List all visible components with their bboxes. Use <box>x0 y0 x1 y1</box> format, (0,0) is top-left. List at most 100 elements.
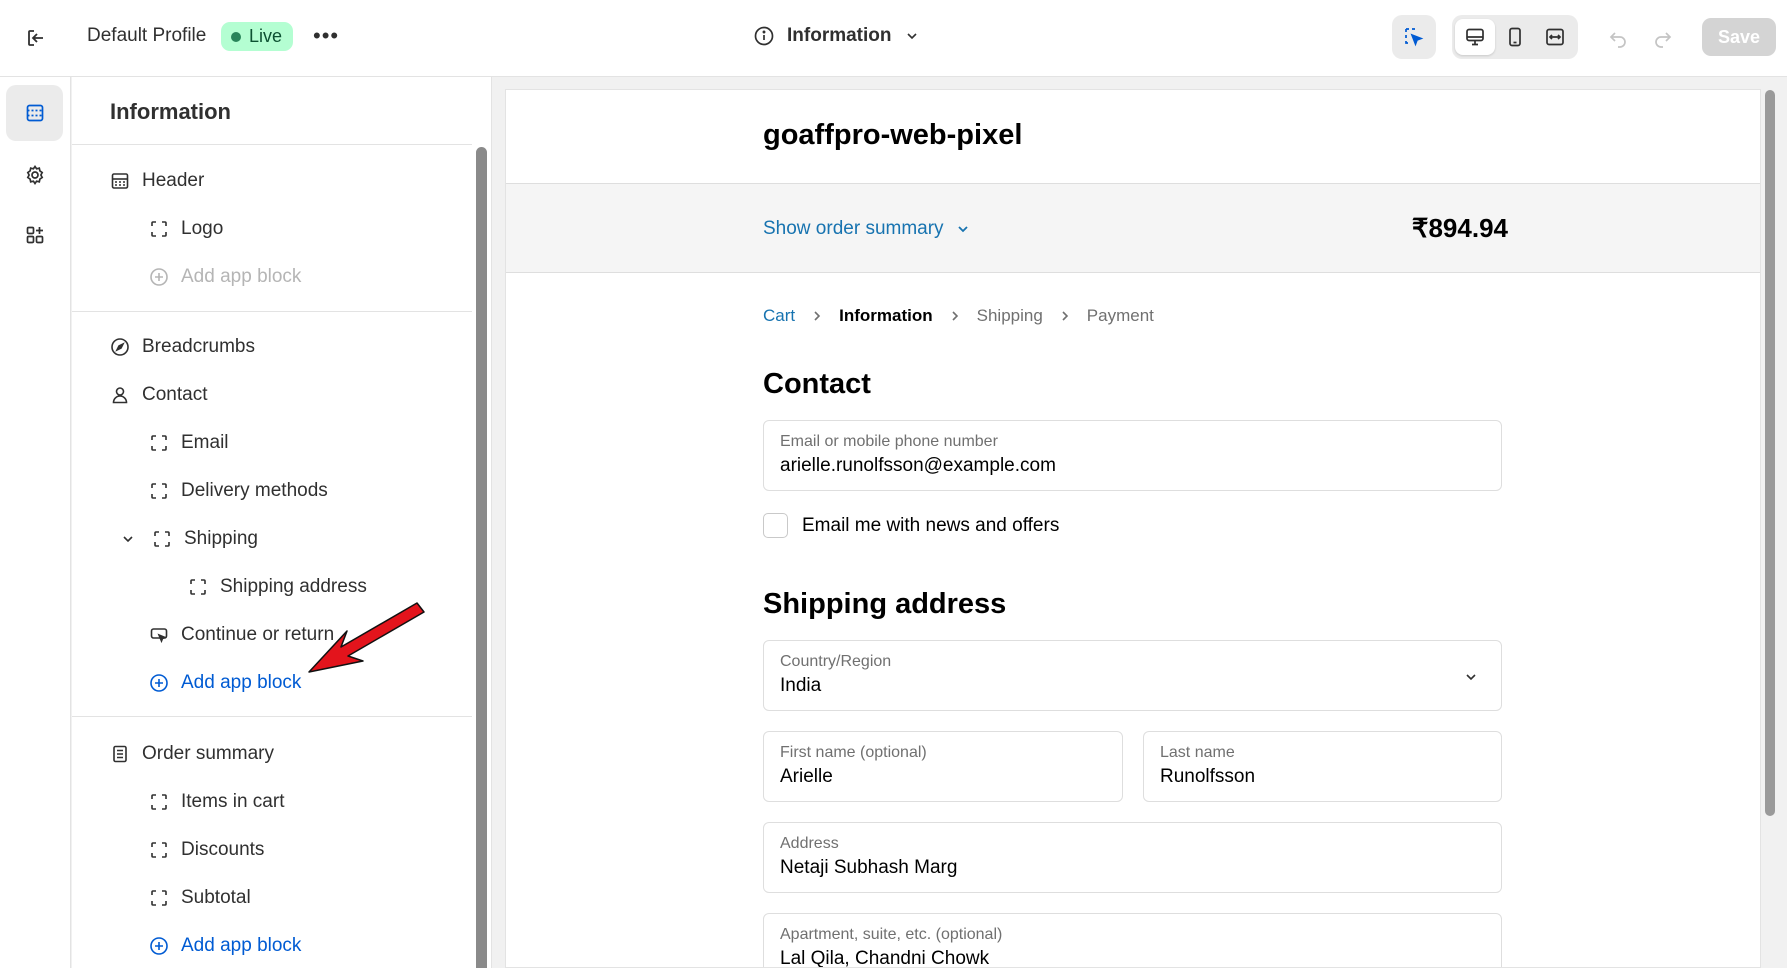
tree-item-label: Add app block <box>181 935 302 956</box>
newsletter-option[interactable]: Email me with news and offers <box>763 513 1059 538</box>
block-icon <box>147 886 171 910</box>
block-icon <box>147 479 171 503</box>
email-field[interactable]: Email or mobile phone number arielle.run… <box>763 420 1502 491</box>
add-app-block-main[interactable]: Add app block <box>147 671 301 695</box>
tree-item-label: Discounts <box>181 839 265 860</box>
address-value: Netaji Subhash Marg <box>780 857 958 878</box>
first-name-field[interactable]: First name (optional) Arielle <box>763 731 1123 802</box>
shipping-address-title: Shipping address <box>763 588 1007 620</box>
tree-item-label: Breadcrumbs <box>142 336 255 357</box>
last-name-value: Runolfsson <box>1160 766 1256 787</box>
sections-tab[interactable] <box>6 85 63 141</box>
select-cursor-icon <box>1405 28 1424 47</box>
checkout-preview: goaffpro-web-pixel Show order summary ₹8… <box>505 89 1761 968</box>
add-app-block-summary[interactable]: Add app block <box>147 934 301 958</box>
desktop-icon <box>1466 28 1484 46</box>
tree-item-items-in-cart[interactable]: Items in cart <box>147 790 284 814</box>
undo-icon <box>1609 32 1626 48</box>
block-icon <box>150 527 174 551</box>
block-icon <box>147 431 171 455</box>
preview-scrollbar[interactable] <box>1765 90 1775 816</box>
breadcrumb-shipping: Shipping <box>976 306 1043 325</box>
newsletter-label: Email me with news and offers <box>802 514 1060 536</box>
live-dot-icon <box>231 31 241 42</box>
tree-item-label: Order summary <box>142 743 274 764</box>
tree-item-header[interactable]: Header <box>108 169 204 193</box>
last-name-field[interactable]: Last name Runolfsson <box>1143 731 1502 802</box>
tree-item-shipping[interactable]: Shipping <box>116 527 258 551</box>
editor-topbar: Default Profile Live ••• Information Sav… <box>0 0 1787 77</box>
chevron-down-icon <box>957 226 968 233</box>
mobile-icon <box>1509 27 1521 47</box>
apps-icon <box>26 226 43 244</box>
block-icon <box>147 790 171 814</box>
tree-item-order-summary[interactable]: Order summary <box>108 742 274 766</box>
tree-item-label: Logo <box>181 218 224 239</box>
divider <box>72 716 472 717</box>
order-total: ₹894.94 <box>1411 213 1508 243</box>
tree-item-label: Header <box>142 170 205 191</box>
block-icon <box>147 838 171 862</box>
add-app-block-header[interactable]: Add app block <box>147 265 301 289</box>
first-name-label: First name (optional) <box>780 744 927 761</box>
save-button[interactable]: Save <box>1702 18 1776 56</box>
add-circle-icon <box>147 671 171 695</box>
fullwidth-icon <box>1546 28 1564 46</box>
tree-item-label: Add app block <box>181 266 302 287</box>
sections-panel: Information Header Logo Add app block Br… <box>72 77 492 968</box>
chevron-right-icon <box>952 311 958 321</box>
tree-item-label: Contact <box>142 384 208 405</box>
apartment-label: Apartment, suite, etc. (optional) <box>780 926 1003 943</box>
tree-item-label: Subtotal <box>181 887 251 908</box>
fullwidth-view-button[interactable] <box>1535 19 1575 55</box>
tree-item-subtotal[interactable]: Subtotal <box>147 886 251 910</box>
newsletter-checkbox[interactable] <box>763 513 788 538</box>
last-name-label: Last name <box>1160 744 1235 761</box>
email-field-label: Email or mobile phone number <box>780 433 998 450</box>
tree-item-logo[interactable]: Logo <box>147 217 223 241</box>
address-field[interactable]: Address Netaji Subhash Marg <box>763 822 1502 893</box>
header-section-icon <box>108 169 132 193</box>
block-icon <box>186 575 210 599</box>
breadcrumb-information: Information <box>839 306 933 325</box>
gear-icon <box>26 165 43 185</box>
theme-settings-tab[interactable] <box>6 147 63 203</box>
chevron-right-icon <box>1062 311 1068 321</box>
apps-tab[interactable] <box>6 207 63 263</box>
tree-item-contact[interactable]: Contact <box>108 383 207 407</box>
block-icon <box>147 217 171 241</box>
exit-icon[interactable] <box>22 24 50 52</box>
apartment-value: Lal Qila, Chandni Chowk <box>780 948 990 968</box>
undo-button[interactable] <box>1603 24 1633 52</box>
tree-item-discounts[interactable]: Discounts <box>147 838 264 862</box>
tree-item-email[interactable]: Email <box>147 431 229 455</box>
panel-scrollbar[interactable] <box>476 147 487 968</box>
redo-button[interactable] <box>1648 24 1678 52</box>
page-selector-label: Information <box>787 25 892 46</box>
chevron-down-icon[interactable] <box>116 527 140 551</box>
mobile-view-button[interactable] <box>1495 19 1535 55</box>
country-select-value: India <box>780 675 822 696</box>
tree-item-label: Items in cart <box>181 791 285 812</box>
button-cursor-icon <box>147 623 171 647</box>
breadcrumb-cart[interactable]: Cart <box>763 306 795 326</box>
redo-icon <box>1655 32 1672 48</box>
inspector-toggle-group <box>1392 15 1436 59</box>
profile-name[interactable]: Default Profile <box>87 25 206 47</box>
editor-rail <box>0 77 71 968</box>
country-select[interactable]: Country/Region India <box>763 640 1502 711</box>
show-order-summary-toggle[interactable]: Show order summary <box>763 218 970 240</box>
viewport-toggle-group <box>1452 15 1578 59</box>
more-actions-button[interactable]: ••• <box>313 23 339 49</box>
breadcrumb-payment: Payment <box>1086 306 1154 325</box>
page-selector[interactable]: Information <box>753 25 920 47</box>
summary-link-label: Show order summary <box>763 218 944 239</box>
status-badge: Live <box>221 22 294 51</box>
desktop-view-button[interactable] <box>1455 19 1495 55</box>
apartment-field[interactable]: Apartment, suite, etc. (optional) Lal Qi… <box>763 913 1502 968</box>
inspector-button[interactable] <box>1392 19 1436 55</box>
tree-item-delivery-methods[interactable]: Delivery methods <box>147 479 328 503</box>
tree-item-label: Email <box>181 432 229 453</box>
status-badge-label: Live <box>249 26 283 46</box>
tree-item-breadcrumbs[interactable]: Breadcrumbs <box>108 335 255 359</box>
